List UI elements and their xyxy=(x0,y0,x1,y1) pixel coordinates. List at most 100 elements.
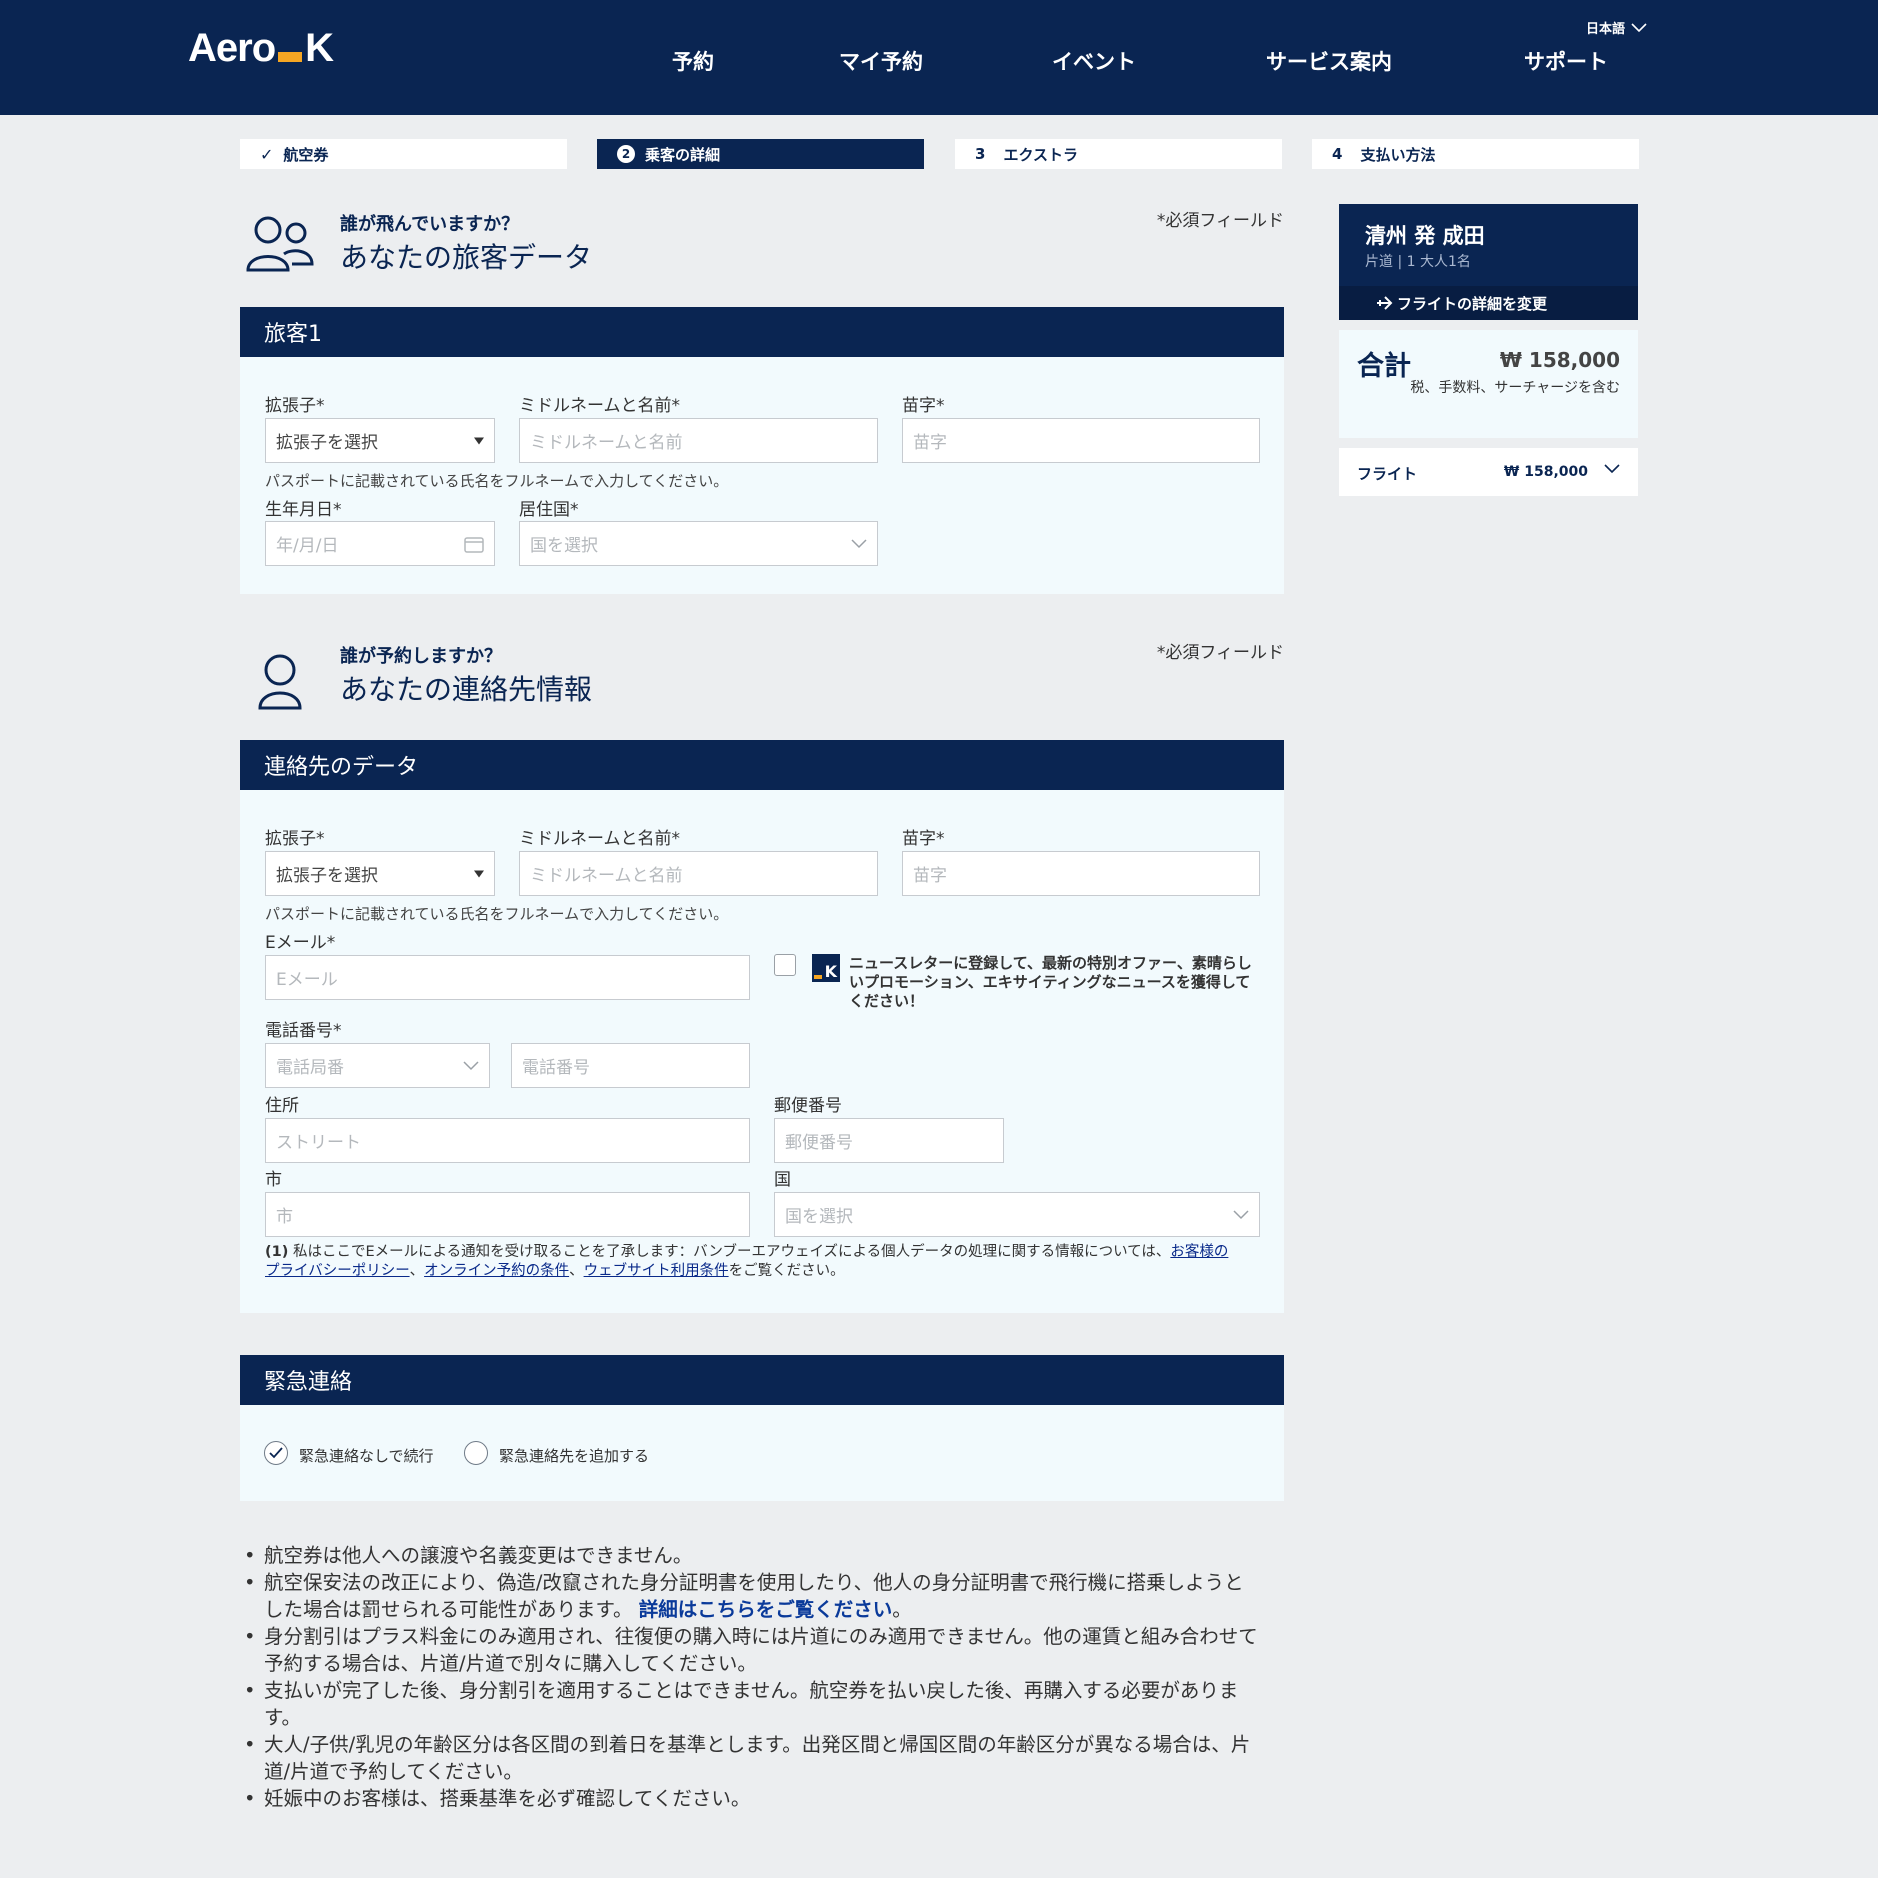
phone-number-input[interactable]: 電話番号 xyxy=(511,1043,750,1088)
language-label: 日本語 xyxy=(1586,22,1626,37)
surname-label: 苗字* xyxy=(902,396,945,416)
check-icon: ✓ xyxy=(260,144,274,164)
dob-label: 生年月日* xyxy=(265,500,342,520)
step-passenger-details[interactable]: 2 乗客の詳細 xyxy=(597,139,924,169)
step-label: 航空券 xyxy=(283,145,329,164)
airplane-icon xyxy=(1377,296,1393,310)
section-subtitle: 誰が予約しますか？ xyxy=(340,646,502,667)
step-number: 3 xyxy=(975,145,986,163)
chevron-down-icon xyxy=(1604,464,1620,474)
separator: 、 xyxy=(569,1263,584,1279)
surname-label: 苗字* xyxy=(902,829,945,849)
middle-name-placeholder: ミドルネームと名前 xyxy=(530,866,683,886)
postal-code-label: 郵便番号 xyxy=(774,1096,842,1116)
city-input[interactable]: 市 xyxy=(265,1192,750,1237)
passenger-section-heading: 誰が飛んでいますか？ あなたの旅客データ *必須フィールド xyxy=(240,206,1284,286)
note-text: 道/片道で予約してください。 xyxy=(264,1760,523,1783)
country-placeholder: 国を選択 xyxy=(785,1207,853,1227)
newsletter-line: ください！ xyxy=(849,992,925,1010)
contact-surname-input[interactable]: 苗字 xyxy=(902,851,1260,896)
radio-no-emergency-contact[interactable] xyxy=(264,1441,288,1465)
chevron-down-icon xyxy=(463,1060,479,1070)
note-text: 大人/子供/乳児の年齢区分は各区間の到着日を基準とします。出発区間と帰国区間の年… xyxy=(264,1733,1251,1756)
person-icon xyxy=(240,638,320,718)
card-title: 旅客1 xyxy=(240,307,1284,357)
aero-k-logo[interactable]: Aero K xyxy=(188,24,334,72)
section-title: あなたの旅客データ xyxy=(340,241,593,274)
address-label: 住所 xyxy=(265,1096,299,1116)
email-input[interactable]: Eメール xyxy=(265,955,750,1000)
note-item: 身分割引はプラス料金にのみ適用され、往復便の購入時には片道にのみ適用できません。… xyxy=(244,1623,1284,1677)
step-payment[interactable]: 4 支払い方法 xyxy=(1312,139,1639,169)
nav-item-services[interactable]: サービス案内 xyxy=(1266,46,1392,76)
online-booking-terms-link[interactable]: オンライン予約の条件 xyxy=(424,1263,569,1279)
consent-number: (1) xyxy=(265,1244,289,1260)
nav-item-support[interactable]: サポート xyxy=(1524,46,1608,76)
surname-placeholder: 苗字 xyxy=(913,433,947,453)
phone-code-select[interactable]: 電話局番 xyxy=(265,1043,490,1088)
privacy-policy-link[interactable]: プライバシーポリシー xyxy=(265,1263,410,1279)
surname-placeholder: 苗字 xyxy=(913,866,947,886)
newsletter-checkbox[interactable] xyxy=(774,954,796,976)
prefix-value: 拡張子を選択 xyxy=(276,433,378,453)
route-title: 清州 発 成田 xyxy=(1365,224,1485,248)
contact-prefix-select[interactable]: 拡張子を選択 xyxy=(265,851,495,896)
step-flight-ticket[interactable]: ✓ 航空券 xyxy=(240,139,567,169)
residence-select[interactable]: 国を選択 xyxy=(519,521,878,566)
note-text: 妊娠中のお客様は、搭乗基準を必ず確認してください。 xyxy=(264,1787,751,1810)
note-item: 妊娠中のお客様は、搭乗基準を必ず確認してください。 xyxy=(244,1785,1284,1812)
dob-placeholder: 年/月/日 xyxy=(276,536,339,556)
flight-price-row[interactable]: フライト ₩ 158,000 xyxy=(1339,448,1638,496)
language-selector[interactable]: 日本語 xyxy=(1586,18,1647,37)
calendar-icon[interactable] xyxy=(464,535,484,553)
city-label: 市 xyxy=(265,1170,282,1190)
step-label: 乗客の詳細 xyxy=(645,145,721,164)
postal-code-input[interactable]: 郵便番号 xyxy=(774,1118,1004,1163)
nav-item-booking[interactable]: 予約 xyxy=(672,46,714,76)
step-extras[interactable]: 3 エクストラ xyxy=(955,139,1282,169)
note-text: 航空保安法の改正により、偽造/改竄された身分証明書を使用したり、他人の身分証明書… xyxy=(264,1571,1244,1594)
caret-down-icon xyxy=(474,870,484,877)
emergency-contact-card: 緊急連絡 緊急連絡なしで続行 緊急連絡先を追加する xyxy=(240,1355,1284,1501)
total-label: 合計 xyxy=(1357,351,1411,382)
contact-middle-name-input[interactable]: ミドルネームと名前 xyxy=(519,851,878,896)
change-link-label: フライトの詳細を変更 xyxy=(1397,294,1548,313)
aero-k-mini-logo: K xyxy=(812,954,840,982)
contact-data-card: 連絡先のデータ 拡張子* 拡張子を選択 ミドルネームと名前* ミドルネームと名前… xyxy=(240,740,1284,1313)
postal-code-placeholder: 郵便番号 xyxy=(785,1133,853,1153)
radio-label[interactable]: 緊急連絡先を追加する xyxy=(499,1445,649,1466)
chevron-down-icon xyxy=(1233,1209,1249,1219)
dob-input[interactable]: 年/月/日 xyxy=(265,521,495,566)
note-text: 身分割引はプラス料金にのみ適用され、往復便の購入時には片道にのみ適用できません。… xyxy=(264,1625,1258,1648)
total-amount: ₩ 158,000 xyxy=(1499,348,1620,372)
details-link[interactable]: 詳細はこちらをご覧ください xyxy=(639,1598,893,1621)
required-note: *必須フィールド xyxy=(1156,211,1284,231)
country-select[interactable]: 国を選択 xyxy=(774,1192,1260,1237)
privacy-policy-link[interactable]: お客様の xyxy=(1170,1244,1228,1260)
flight-summary-panel: 清州 発 成田 片道 | 1 大人1名 フライトの詳細を変更 xyxy=(1339,204,1638,320)
nav-item-events[interactable]: イベント xyxy=(1052,46,1136,76)
chevron-down-icon xyxy=(1631,22,1647,32)
street-input[interactable]: ストリート xyxy=(265,1118,750,1163)
radio-add-emergency-contact[interactable] xyxy=(464,1441,488,1465)
nav-item-my-booking[interactable]: マイ予約 xyxy=(839,46,923,76)
residence-placeholder: 国を選択 xyxy=(530,536,598,556)
surname-input[interactable]: 苗字 xyxy=(902,418,1260,463)
newsletter-text: ニュースレターに登録して、最新の特別オファー、素晴らし いプロモーション、エキサ… xyxy=(849,954,1252,1011)
note-item: 航空保安法の改正により、偽造/改竄された身分証明書を使用したり、他人の身分証明書… xyxy=(244,1569,1284,1623)
step-label: 支払い方法 xyxy=(1360,145,1436,164)
change-flight-details-link[interactable]: フライトの詳細を変更 xyxy=(1339,286,1638,320)
newsletter-line: ニュースレターに登録して、最新の特別オファー、素晴らし xyxy=(849,954,1252,972)
prefix-value: 拡張子を選択 xyxy=(276,866,378,886)
website-terms-link[interactable]: ウェブサイト利用条件 xyxy=(584,1263,729,1279)
caret-down-icon xyxy=(474,437,484,444)
full-name-hint: パスポートに記載されている氏名をフルネームで入力してください。 xyxy=(265,905,729,923)
radio-label[interactable]: 緊急連絡なしで続行 xyxy=(299,1445,434,1466)
section-subtitle: 誰が飛んでいますか？ xyxy=(340,214,520,235)
check-icon xyxy=(269,1447,283,1459)
middle-name-input[interactable]: ミドルネームと名前 xyxy=(519,418,878,463)
phone-label: 電話番号* xyxy=(265,1021,342,1041)
prefix-select[interactable]: 拡張子を選択 xyxy=(265,418,495,463)
total-price-panel: 合計 ₩ 158,000 税、手数料、サーチャージを含む xyxy=(1339,330,1638,438)
flight-label: フライト xyxy=(1357,465,1418,483)
